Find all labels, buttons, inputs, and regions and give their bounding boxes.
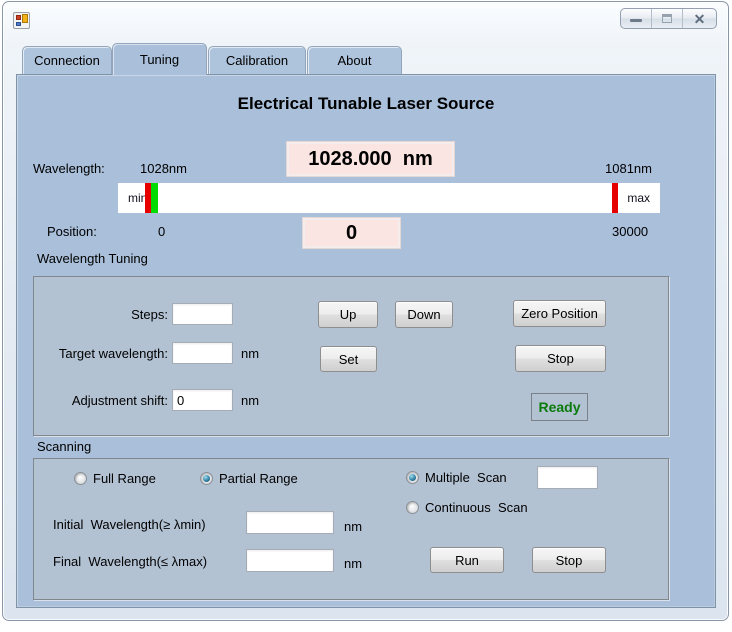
close-button[interactable]: ✕: [683, 9, 716, 28]
adjustment-shift-input[interactable]: [172, 389, 233, 411]
position-min-value: 0: [158, 224, 165, 239]
slider-marker-red-right: [612, 183, 618, 213]
slider-max-label: max: [627, 183, 650, 213]
target-wavelength-input[interactable]: [172, 342, 233, 364]
app-icon-orange-square: [22, 14, 28, 23]
slider-marker-green: [151, 183, 158, 213]
tab-tuning[interactable]: Tuning: [112, 43, 207, 75]
app-icon: [13, 12, 30, 29]
full-range-radio[interactable]: Full Range: [74, 471, 156, 486]
tab-connection[interactable]: Connection: [22, 46, 112, 74]
tab-calibration-label: Calibration: [226, 53, 288, 68]
tab-tuning-label: Tuning: [140, 52, 179, 67]
final-wavelength-label: Final Wavelength(≤ λmax): [53, 554, 207, 569]
minimize-icon: [630, 19, 642, 22]
position-display: 0: [303, 218, 400, 248]
multiple-scan-input[interactable]: [537, 466, 598, 489]
run-button[interactable]: Run: [430, 547, 504, 573]
up-button[interactable]: Up: [318, 301, 378, 328]
close-icon: ✕: [694, 12, 706, 26]
multiple-scan-label: Multiple Scan: [425, 470, 507, 485]
adjustment-unit-label: nm: [241, 393, 259, 408]
steps-label: Steps:: [80, 307, 168, 322]
maximize-icon: [662, 14, 672, 23]
initial-wavelength-input[interactable]: [246, 511, 334, 534]
application-window: ✕ Connection Tuning Calibration About El…: [0, 0, 732, 632]
initial-wavelength-label: Initial Wavelength(≥ λmin): [53, 517, 206, 532]
continuous-scan-label: Continuous Scan: [425, 500, 528, 515]
continuous-scan-radio[interactable]: Continuous Scan: [406, 500, 528, 515]
initial-unit-label: nm: [344, 519, 362, 534]
page-title: Electrical Tunable Laser Source: [16, 94, 716, 114]
down-button[interactable]: Down: [395, 301, 453, 328]
tuning-group-label: Wavelength Tuning: [37, 251, 148, 266]
wavelength-label: Wavelength:: [33, 161, 105, 176]
set-button[interactable]: Set: [320, 346, 377, 372]
wavelength-max-value: 1081nm: [605, 161, 652, 176]
multiple-scan-radio-icon: [406, 471, 419, 484]
tuning-stop-button[interactable]: Stop: [515, 345, 606, 372]
window-controls: ✕: [620, 8, 717, 29]
multiple-scan-radio[interactable]: Multiple Scan: [406, 470, 507, 485]
position-label: Position:: [47, 224, 97, 239]
partial-range-label: Partial Range: [219, 471, 298, 486]
tab-calibration[interactable]: Calibration: [208, 46, 306, 74]
full-range-label: Full Range: [93, 471, 156, 486]
position-max-value: 30000: [612, 224, 648, 239]
app-icon-blue-square: [16, 22, 21, 26]
zero-position-button[interactable]: Zero Position: [513, 300, 606, 327]
adjustment-shift-label: Adjustment shift:: [60, 393, 168, 408]
target-unit-label: nm: [241, 346, 259, 361]
steps-input[interactable]: [172, 303, 233, 325]
final-wavelength-input[interactable]: [246, 549, 334, 572]
scan-stop-button[interactable]: Stop: [532, 547, 606, 573]
target-wavelength-label: Target wavelength:: [45, 346, 168, 361]
tab-connection-label: Connection: [34, 53, 100, 68]
partial-range-radio[interactable]: Partial Range: [200, 471, 298, 486]
ready-status: Ready: [531, 393, 588, 421]
continuous-scan-radio-icon: [406, 501, 419, 514]
app-icon-red-square: [16, 15, 21, 20]
partial-range-radio-icon: [200, 472, 213, 485]
scanning-group-label: Scanning: [37, 439, 91, 454]
maximize-button[interactable]: [652, 9, 683, 28]
wavelength-display: 1028.000 nm: [287, 142, 454, 176]
tab-about[interactable]: About: [307, 46, 402, 74]
tab-about-label: About: [338, 53, 372, 68]
final-unit-label: nm: [344, 556, 362, 571]
minimize-button[interactable]: [621, 9, 652, 28]
wavelength-min-value: 1028nm: [140, 161, 187, 176]
wavelength-slider: min max: [118, 183, 660, 213]
full-range-radio-icon: [74, 472, 87, 485]
